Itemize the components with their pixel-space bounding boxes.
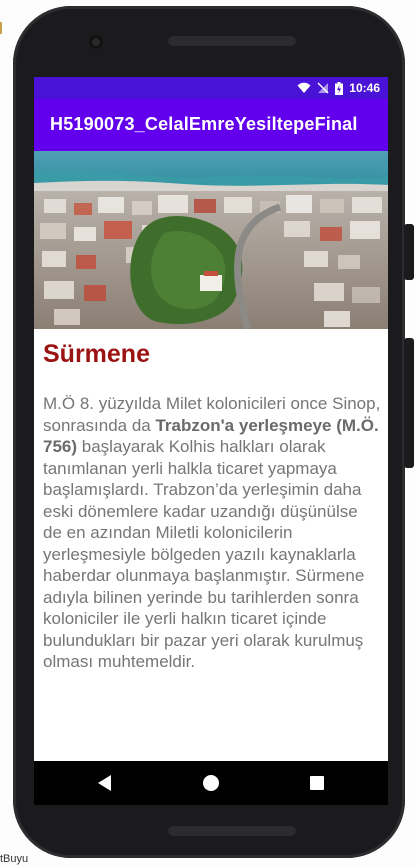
power-button[interactable]	[404, 224, 414, 280]
app-title: H5190073_CelalEmreYesiltepeFinal	[50, 114, 358, 134]
front-camera	[89, 35, 103, 49]
volume-button[interactable]	[404, 338, 414, 468]
battery-charging-icon	[335, 81, 344, 95]
home-icon[interactable]	[203, 775, 219, 791]
paragraph-text-2: başlayarak Kolhis halkları olarak tanıml…	[43, 437, 365, 671]
status-bar: 10:46	[34, 77, 388, 99]
hero-image	[34, 151, 388, 329]
article-heading: Sürmene	[43, 340, 150, 368]
navigation-bar	[34, 761, 388, 805]
signal-off-icon	[317, 82, 329, 94]
article: Sürmene M.Ö 8. yüzyılda Milet kolonicile…	[43, 339, 381, 673]
back-icon[interactable]	[98, 775, 111, 791]
status-icons: 10:46	[297, 80, 380, 96]
city-photo	[34, 151, 388, 329]
recents-icon[interactable]	[310, 776, 324, 790]
app-bar: H5190073_CelalEmreYesiltepeFinal	[34, 99, 388, 151]
phone-screen: 10:46 H5190073_CelalEmreYesiltepeFinal S…	[34, 77, 388, 761]
earpiece-speaker	[168, 36, 296, 46]
bottom-speaker	[168, 826, 296, 836]
wifi-icon	[297, 82, 311, 93]
ide-background-text: tBuyu	[0, 853, 29, 865]
article-paragraph: M.Ö 8. yüzyılda Milet kolonicileri once …	[43, 393, 381, 673]
status-time: 10:46	[349, 81, 380, 95]
ide-gutter-mark	[0, 22, 10, 34]
